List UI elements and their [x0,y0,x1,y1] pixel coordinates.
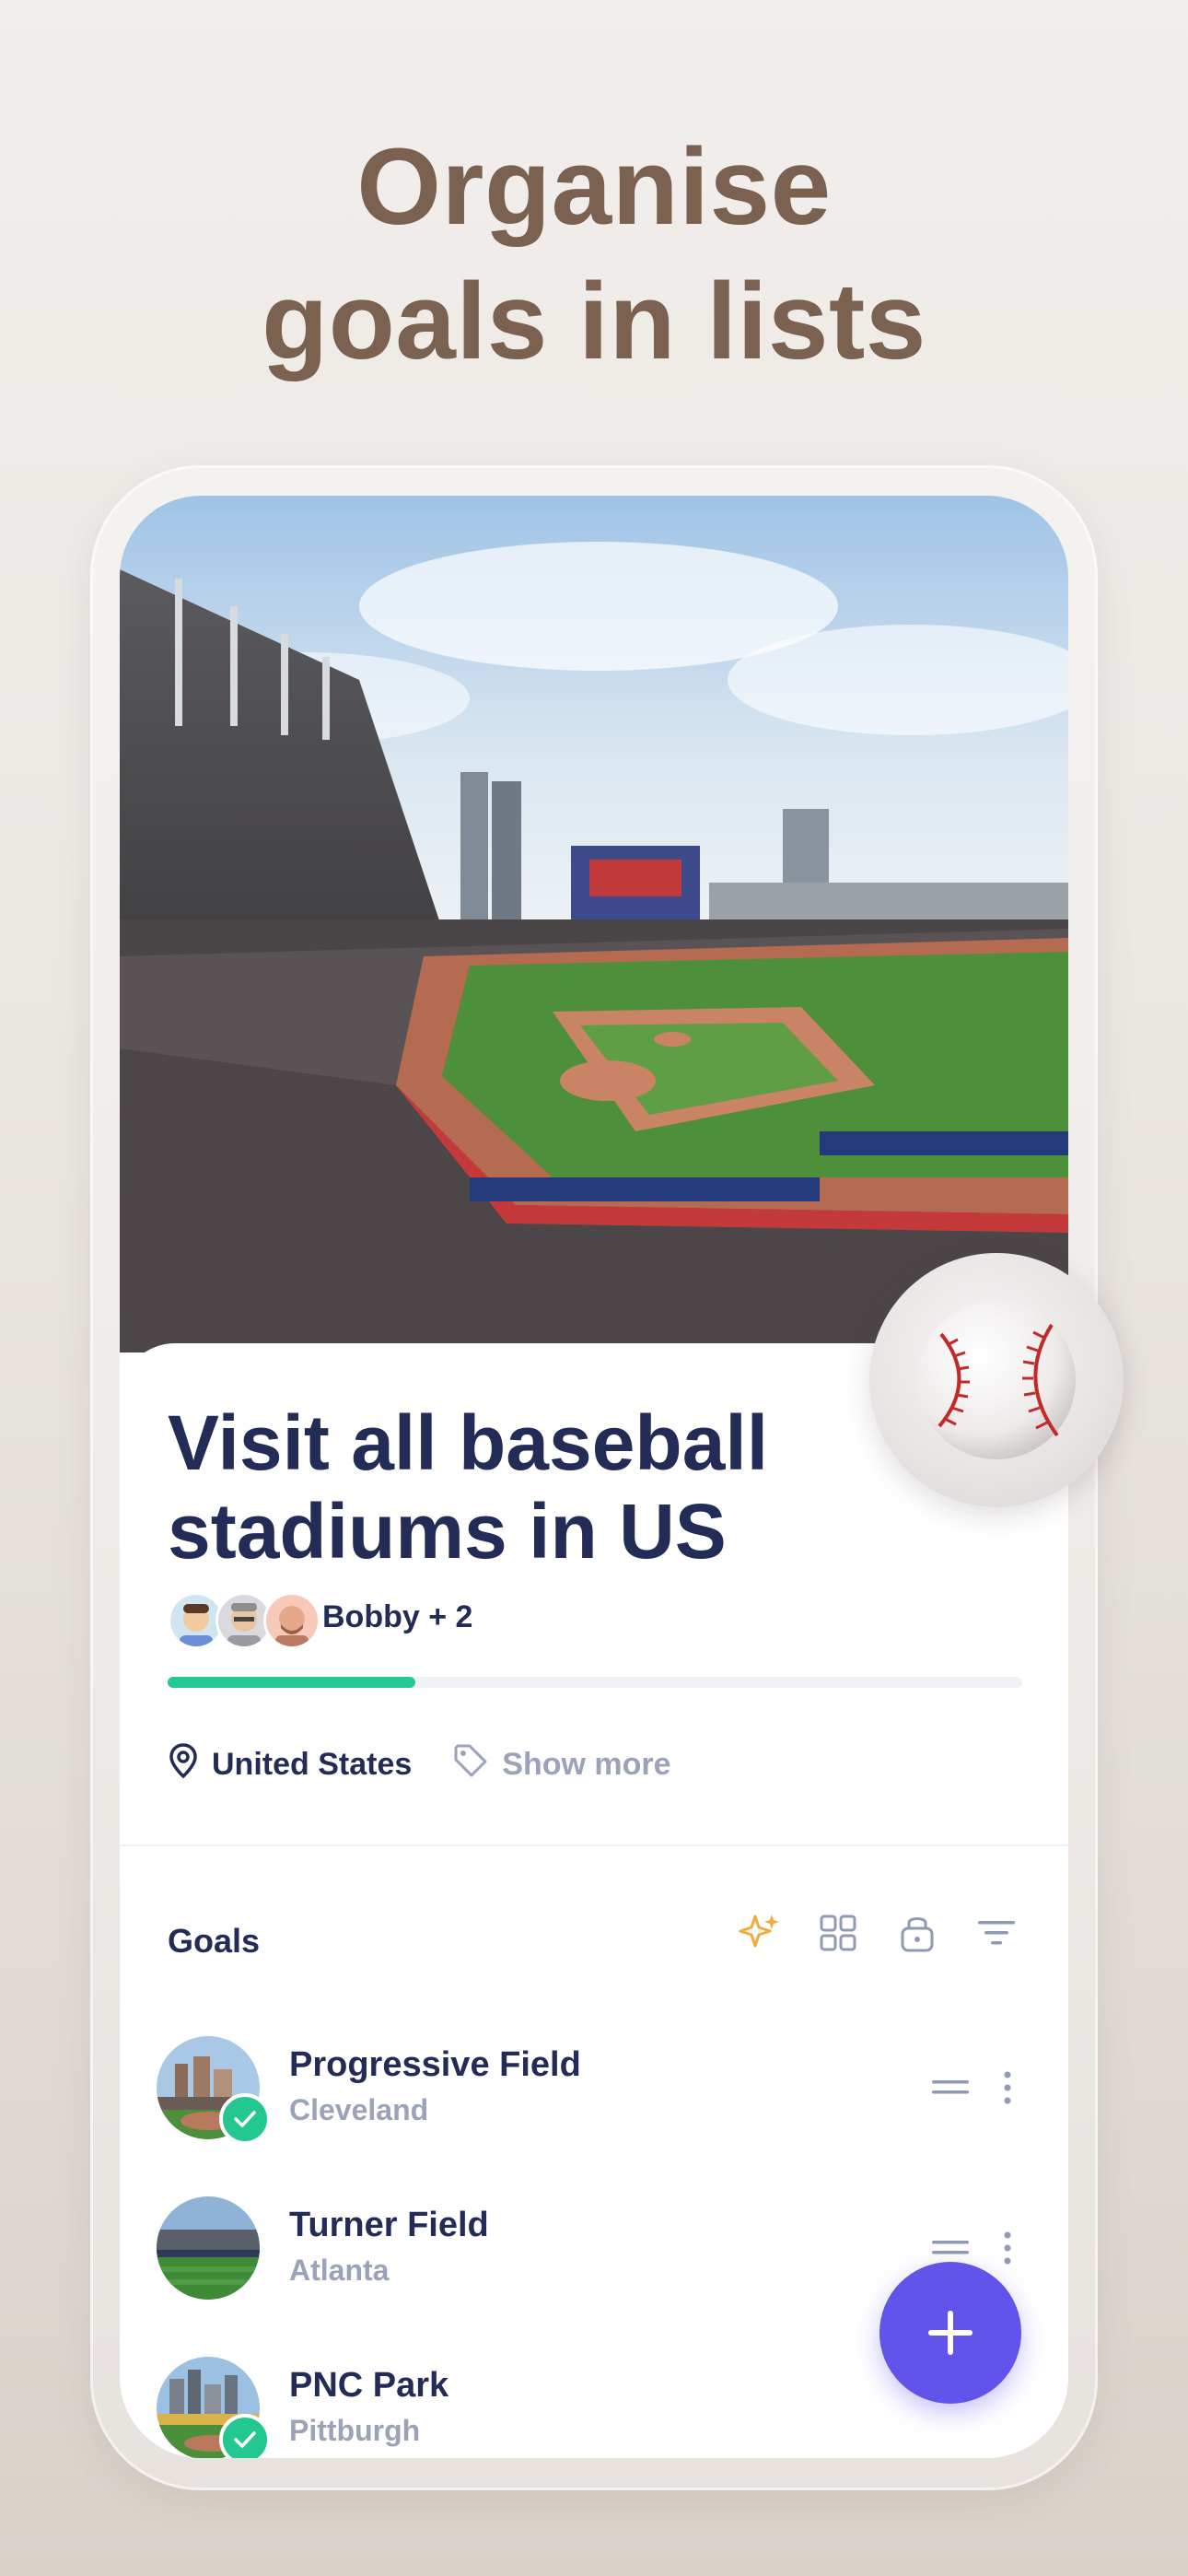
drag-handle-icon[interactable] [930,2073,971,2101]
list-owner[interactable]: Bobby + 2 [322,1599,472,1635]
goal-name: Progressive Field [289,2045,581,2084]
goals-toolbar [705,1907,1022,1959]
avatar [263,1592,320,1649]
completed-check-icon [219,2093,271,2145]
headline-line-2: goals in lists [262,261,926,382]
lock-icon[interactable] [891,1907,943,1959]
divider [120,1844,1068,1846]
list-progress-bar [168,1677,1022,1688]
location-pin-icon [168,1742,199,1787]
show-more-tags[interactable]: Show more [452,1742,671,1787]
add-goal-button[interactable] [879,2262,1021,2404]
goal-name: Turner Field [289,2206,489,2244]
goal-city: Atlanta [289,2254,390,2287]
more-options-icon[interactable] [998,2226,1017,2270]
list-meta: United States Show more [168,1741,671,1787]
completed-check-icon [219,2414,271,2458]
goal-city: Pittburgh [289,2414,421,2447]
grid-icon[interactable] [812,1907,864,1959]
show-more-link[interactable]: Show more [502,1747,670,1783]
goal-name: PNC Park [289,2366,449,2405]
location-label[interactable]: United States [212,1747,412,1783]
hero-image [120,496,1068,1352]
goal-city: Cleveland [289,2093,429,2126]
goal-row[interactable]: Progressive Field Cleveland [157,2036,1031,2147]
progress-fill [168,1677,416,1688]
filter-icon[interactable] [971,1907,1022,1959]
headline: Organise goals in lists [0,120,1188,389]
list-icon-badge[interactable] [869,1253,1124,1507]
goal-thumbnail [157,2196,260,2300]
drag-handle-icon[interactable] [930,2233,971,2261]
headline-line-1: Organise [356,126,832,248]
plus-icon [928,2311,973,2355]
goals-heading: Goals [168,1922,261,1960]
more-options-icon[interactable] [998,2066,1017,2110]
member-avatars[interactable] [168,1592,320,1649]
tag-icon [452,1742,489,1787]
baseball-icon [917,1301,1076,1459]
list-title: Visit all baseball stadiums in US [168,1399,769,1575]
sparkle-icon[interactable] [733,1907,785,1959]
